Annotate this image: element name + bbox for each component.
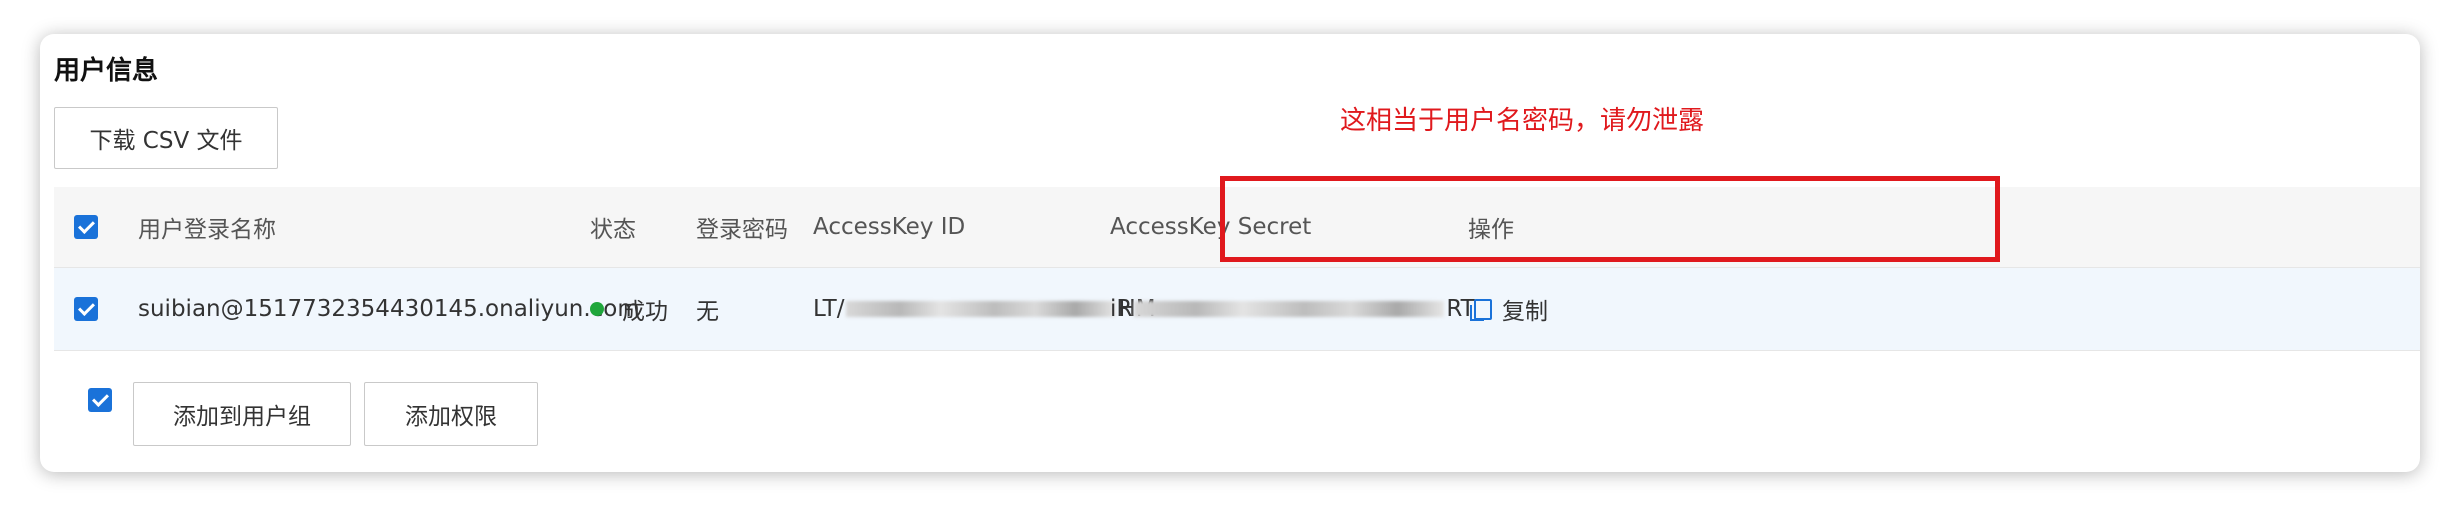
add-to-group-button[interactable]: 添加到用户组 [133, 382, 351, 446]
status-dot-icon [590, 302, 604, 316]
user-info-panel: 用户信息 下载 CSV 文件 这相当于用户名密码，请勿泄露 用户登录名称 状态 … [40, 34, 2420, 472]
column-header-status: 状态 [590, 217, 636, 243]
table-footer: 添加到用户组 添加权限 [54, 350, 2420, 450]
download-csv-button[interactable]: 下载 CSV 文件 [54, 107, 278, 169]
row-select-cell[interactable] [74, 268, 98, 350]
status-cell: 成功 [590, 268, 668, 350]
select-all-cell[interactable] [74, 187, 98, 267]
column-header-actions: 操作 [1468, 217, 1514, 243]
accesskey-secret-cell: iR RT [1110, 268, 1475, 350]
accesskey-id-prefix: LT/ [813, 296, 845, 322]
copy-icon[interactable] [1470, 298, 1492, 321]
add-permission-button[interactable]: 添加权限 [364, 382, 538, 446]
table-row: suibian@1517732354430145.onaliyun.com 成功… [54, 268, 2420, 351]
accesskey-secret-prefix: iR [1110, 296, 1133, 322]
panel-title: 用户信息 [54, 56, 159, 86]
select-all-checkbox-icon[interactable] [74, 215, 98, 239]
accesskey-secret-masked [1134, 301, 1445, 317]
password-value: 无 [696, 299, 719, 325]
accesskey-id-masked [846, 301, 1117, 317]
accesskey-id-cell: LT/ HM [813, 268, 1156, 350]
column-header-password: 登录密码 [696, 217, 788, 243]
row-checkbox-icon[interactable] [74, 297, 98, 321]
status-value: 成功 [622, 299, 668, 325]
copy-button[interactable]: 复制 [1470, 268, 1548, 350]
column-header-accesskey-secret: AccessKey Secret [1110, 214, 1312, 240]
footer-select-all-checkbox-icon[interactable] [88, 388, 112, 412]
warning-annotation: 这相当于用户名密码，请勿泄露 [1340, 106, 1705, 136]
login-name-value: suibian@1517732354430145.onaliyun.com [138, 296, 640, 322]
table-header: 用户登录名称 状态 登录密码 AccessKey ID AccessKey Se… [54, 187, 2420, 268]
column-header-accesskey-id: AccessKey ID [813, 214, 966, 240]
copy-label[interactable]: 复制 [1502, 292, 1548, 326]
column-header-login-name: 用户登录名称 [138, 217, 276, 243]
